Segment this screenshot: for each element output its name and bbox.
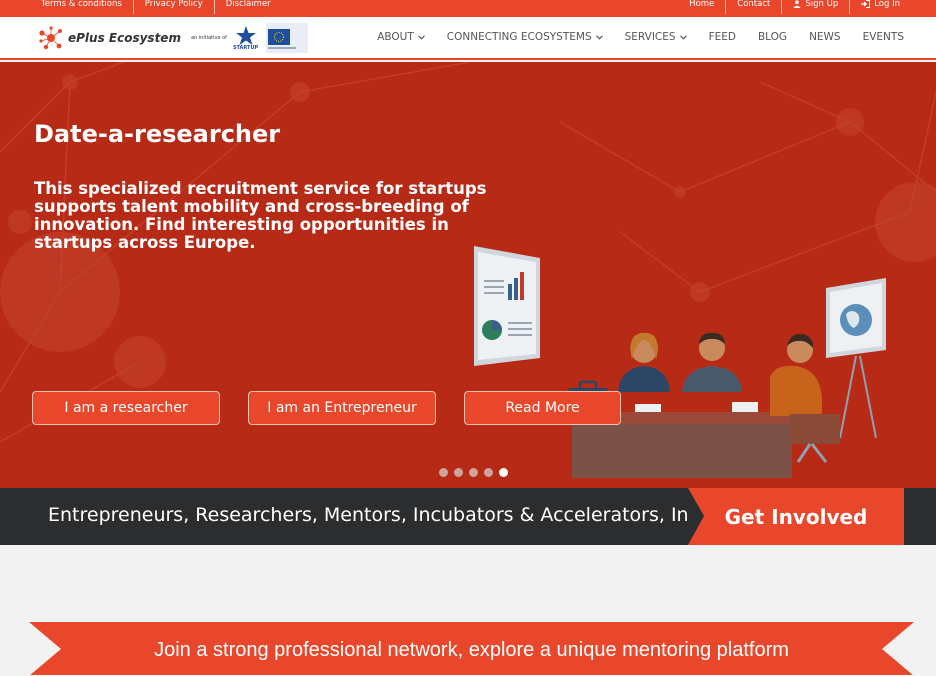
user-icon — [793, 0, 801, 8]
slider-dot[interactable] — [454, 468, 463, 477]
get-involved-label: Get Involved — [724, 504, 868, 529]
chevron-down-icon — [417, 34, 425, 40]
person-1-icon — [618, 332, 670, 392]
home-link[interactable]: Home — [678, 0, 725, 14]
startup-label: STARTUP — [232, 45, 259, 51]
chart-board-icon — [474, 246, 540, 366]
researcher-button[interactable]: I am a researcher — [32, 391, 220, 425]
read-more-button[interactable]: Read More — [464, 391, 621, 425]
hero-title: Date-a-researcher — [34, 120, 281, 148]
get-involved-button[interactable]: Get Involved — [688, 488, 904, 545]
signup-link-label: Sign Up — [805, 0, 839, 9]
ribbon-text: Join a strong professional network, expl… — [154, 639, 789, 661]
hero-description: This specialized recruitment service for… — [34, 179, 487, 252]
main-nav: ABOUT CONNECTING ECOSYSTEMS SERVICES FEE… — [355, 31, 904, 43]
nav-news[interactable]: NEWS — [809, 31, 841, 43]
nav-about-label: ABOUT — [377, 31, 414, 43]
nav-services-label: SERVICES — [624, 31, 676, 43]
slider-dot[interactable] — [439, 468, 448, 477]
main-header: ePlus Ecosystem an initiative of STARTUP… — [0, 17, 936, 60]
star-icon — [235, 26, 256, 45]
top-left-links: Terms & conditions Privacy Policy Discla… — [30, 0, 282, 17]
meeting-illustration — [474, 246, 886, 478]
nav-services[interactable]: SERVICES — [625, 31, 687, 43]
nav-blog[interactable]: BLOG — [758, 31, 787, 43]
login-icon — [861, 0, 871, 8]
entrepreneur-button[interactable]: I am an Entrepreneur — [248, 391, 436, 425]
nav-connecting-ecosystems-label: CONNECTING ECOSYSTEMS — [446, 31, 592, 43]
eplus-logo-icon — [39, 26, 62, 50]
chevron-down-icon — [679, 34, 687, 40]
contact-link[interactable]: Contact — [725, 0, 781, 14]
disclaimer-link[interactable]: Disclaimer — [215, 0, 282, 14]
slider-dot-active[interactable] — [499, 468, 508, 477]
eu-flag-icon — [266, 23, 309, 53]
audience-band: Entrepreneurs, Researchers, Mentors, Inc… — [0, 488, 936, 545]
startup-europe-logo: STARTUP — [233, 25, 258, 51]
top-utility-bar: Terms & conditions Privacy Policy Discla… — [0, 0, 936, 17]
nav-feed[interactable]: FEED — [709, 31, 736, 43]
home-link-label: Home — [689, 0, 715, 9]
slider-dots — [439, 468, 508, 477]
site-logo[interactable]: ePlus Ecosystem an initiative of STARTUP — [38, 23, 309, 53]
slider-dot[interactable] — [484, 468, 493, 477]
nav-connecting-ecosystems[interactable]: CONNECTING ECOSYSTEMS — [447, 31, 603, 43]
privacy-link[interactable]: Privacy Policy — [134, 0, 215, 14]
nav-about[interactable]: ABOUT — [377, 31, 425, 43]
hero-slider: Date-a-researcher This specialized recru… — [0, 62, 936, 488]
signup-link[interactable]: Sign Up — [781, 0, 849, 14]
initiative-text: an initiative of — [190, 35, 227, 41]
audience-text: Entrepreneurs, Researchers, Mentors, Inc… — [48, 504, 759, 526]
contact-link-label: Contact — [737, 0, 771, 9]
nav-events[interactable]: EVENTS — [863, 31, 904, 43]
slider-dot[interactable] — [469, 468, 478, 477]
chevron-down-icon — [595, 34, 603, 40]
network-ribbon: Join a strong professional network, expl… — [29, 622, 914, 676]
login-link-label: Log In — [874, 0, 900, 9]
person-2-icon — [682, 332, 742, 392]
login-link[interactable]: Log In — [849, 0, 911, 14]
logo-text: ePlus Ecosystem — [68, 31, 181, 45]
top-right-links: Home Contact Sign Up Log In — [678, 0, 911, 17]
terms-link[interactable]: Terms & conditions — [30, 0, 134, 14]
